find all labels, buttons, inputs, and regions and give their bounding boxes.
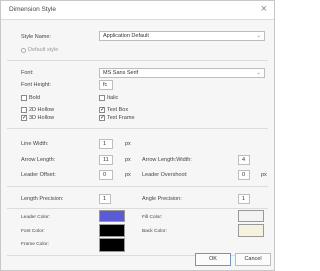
hollow-2d-label: 2D Hollow (29, 107, 55, 113)
divider (7, 186, 268, 187)
arrow-length-label: Arrow Length: (21, 157, 56, 163)
close-icon[interactable]: × (261, 3, 267, 15)
italic-label: Italic (107, 95, 119, 101)
line-width-value: 1 (103, 141, 107, 147)
dialog-title: Dimension Style (9, 6, 56, 13)
back-color-label: Back Color: (142, 229, 167, 234)
divider (7, 128, 268, 129)
style-name-value: Application Default (103, 33, 149, 39)
arrow-ratio-label: Arrow Length:Width: (142, 157, 192, 163)
font-height-input[interactable]: fc (99, 80, 113, 90)
leader-overshoot-input[interactable]: 0 (238, 170, 250, 180)
text-box-label: Text Box (107, 107, 129, 113)
font-label: Font: (21, 70, 34, 76)
arrow-length-input[interactable]: 11 (99, 155, 113, 165)
divider (7, 208, 268, 209)
text-box-checkbox[interactable]: ✓ Text Box (99, 107, 128, 113)
angle-precision-label: Angle Precision: (142, 196, 182, 202)
style-name-label: Style Name: (21, 34, 51, 40)
dimension-style-dialog: Dimension Style × Style Name: Applicatio… (0, 0, 275, 271)
line-width-unit: px (125, 141, 131, 147)
font-height-label: Font Height: (21, 82, 51, 88)
leader-offset-label: Leader Offset: (21, 172, 56, 178)
divider (7, 60, 268, 61)
check-icon: ✓ (99, 107, 106, 113)
hollow-2d-checkbox[interactable]: 2D Hollow (21, 107, 54, 113)
leader-offset-unit: px (125, 172, 131, 178)
leader-color-label: Leader Color: (21, 215, 51, 220)
font-value: MS Sans Serif (103, 70, 139, 76)
leader-overshoot-value: 0 (242, 172, 246, 178)
frame-color-label: Frame Color: (21, 242, 49, 247)
bold-label: Bold (29, 95, 41, 101)
checkbox-icon (99, 95, 105, 101)
length-precision-label: Length Precision: (21, 196, 64, 202)
fill-color-label: Fill Color: (142, 215, 163, 220)
chevron-down-icon: ⌄ (256, 70, 261, 76)
leader-overshoot-unit: px (261, 172, 267, 178)
line-width-label: Line Width: (21, 141, 49, 147)
default-style-option[interactable]: Default style (21, 47, 58, 53)
leader-color-swatch[interactable] (99, 210, 125, 222)
checkbox-icon (21, 95, 27, 101)
bold-checkbox[interactable]: Bold (21, 95, 40, 101)
font-color-label: Font Color: (21, 229, 45, 234)
angle-precision-input[interactable]: 1 (238, 194, 250, 204)
arrow-ratio-input[interactable]: 4 (238, 155, 250, 165)
dialog-body: Style Name: Application Default ⌄ Defaul… (1, 20, 274, 270)
arrow-length-unit: px (125, 157, 131, 163)
back-color-swatch[interactable] (238, 224, 264, 237)
checkbox-icon (21, 107, 27, 113)
default-style-label: Default style (28, 47, 59, 53)
radio-icon (21, 47, 26, 53)
font-color-swatch[interactable] (99, 224, 125, 237)
leader-offset-input[interactable]: 0 (99, 170, 113, 180)
fill-color-swatch[interactable] (238, 210, 264, 222)
leader-overshoot-label: Leader Overshoot: (142, 172, 188, 178)
style-name-dropdown[interactable]: Application Default ⌄ (99, 31, 265, 41)
arrow-ratio-value: 4 (242, 157, 246, 163)
text-frame-label: Text Frame (107, 115, 135, 121)
title-bar: Dimension Style × (1, 1, 274, 20)
chevron-down-icon: ⌄ (256, 33, 261, 39)
length-precision-input[interactable]: 1 (99, 194, 111, 204)
angle-precision-value: 1 (242, 196, 246, 202)
leader-offset-value: 0 (103, 172, 107, 178)
arrow-length-value: 11 (103, 157, 109, 163)
check-icon: ✓ (99, 115, 106, 121)
line-width-input[interactable]: 1 (99, 139, 113, 149)
ok-button[interactable]: OK (195, 253, 231, 266)
font-dropdown[interactable]: MS Sans Serif ⌄ (99, 68, 265, 78)
text-frame-checkbox[interactable]: ✓ Text Frame (99, 115, 135, 121)
hollow-3d-label: 3D Hollow (29, 115, 55, 121)
frame-color-swatch[interactable] (99, 238, 125, 252)
italic-checkbox[interactable]: Italic (99, 95, 118, 101)
font-height-value: fc (103, 82, 108, 88)
hollow-3d-checkbox[interactable]: ✓ 3D Hollow (21, 115, 54, 121)
cancel-button[interactable]: Cancel (235, 253, 271, 266)
check-icon: ✓ (21, 115, 28, 121)
length-precision-value: 1 (103, 196, 107, 202)
